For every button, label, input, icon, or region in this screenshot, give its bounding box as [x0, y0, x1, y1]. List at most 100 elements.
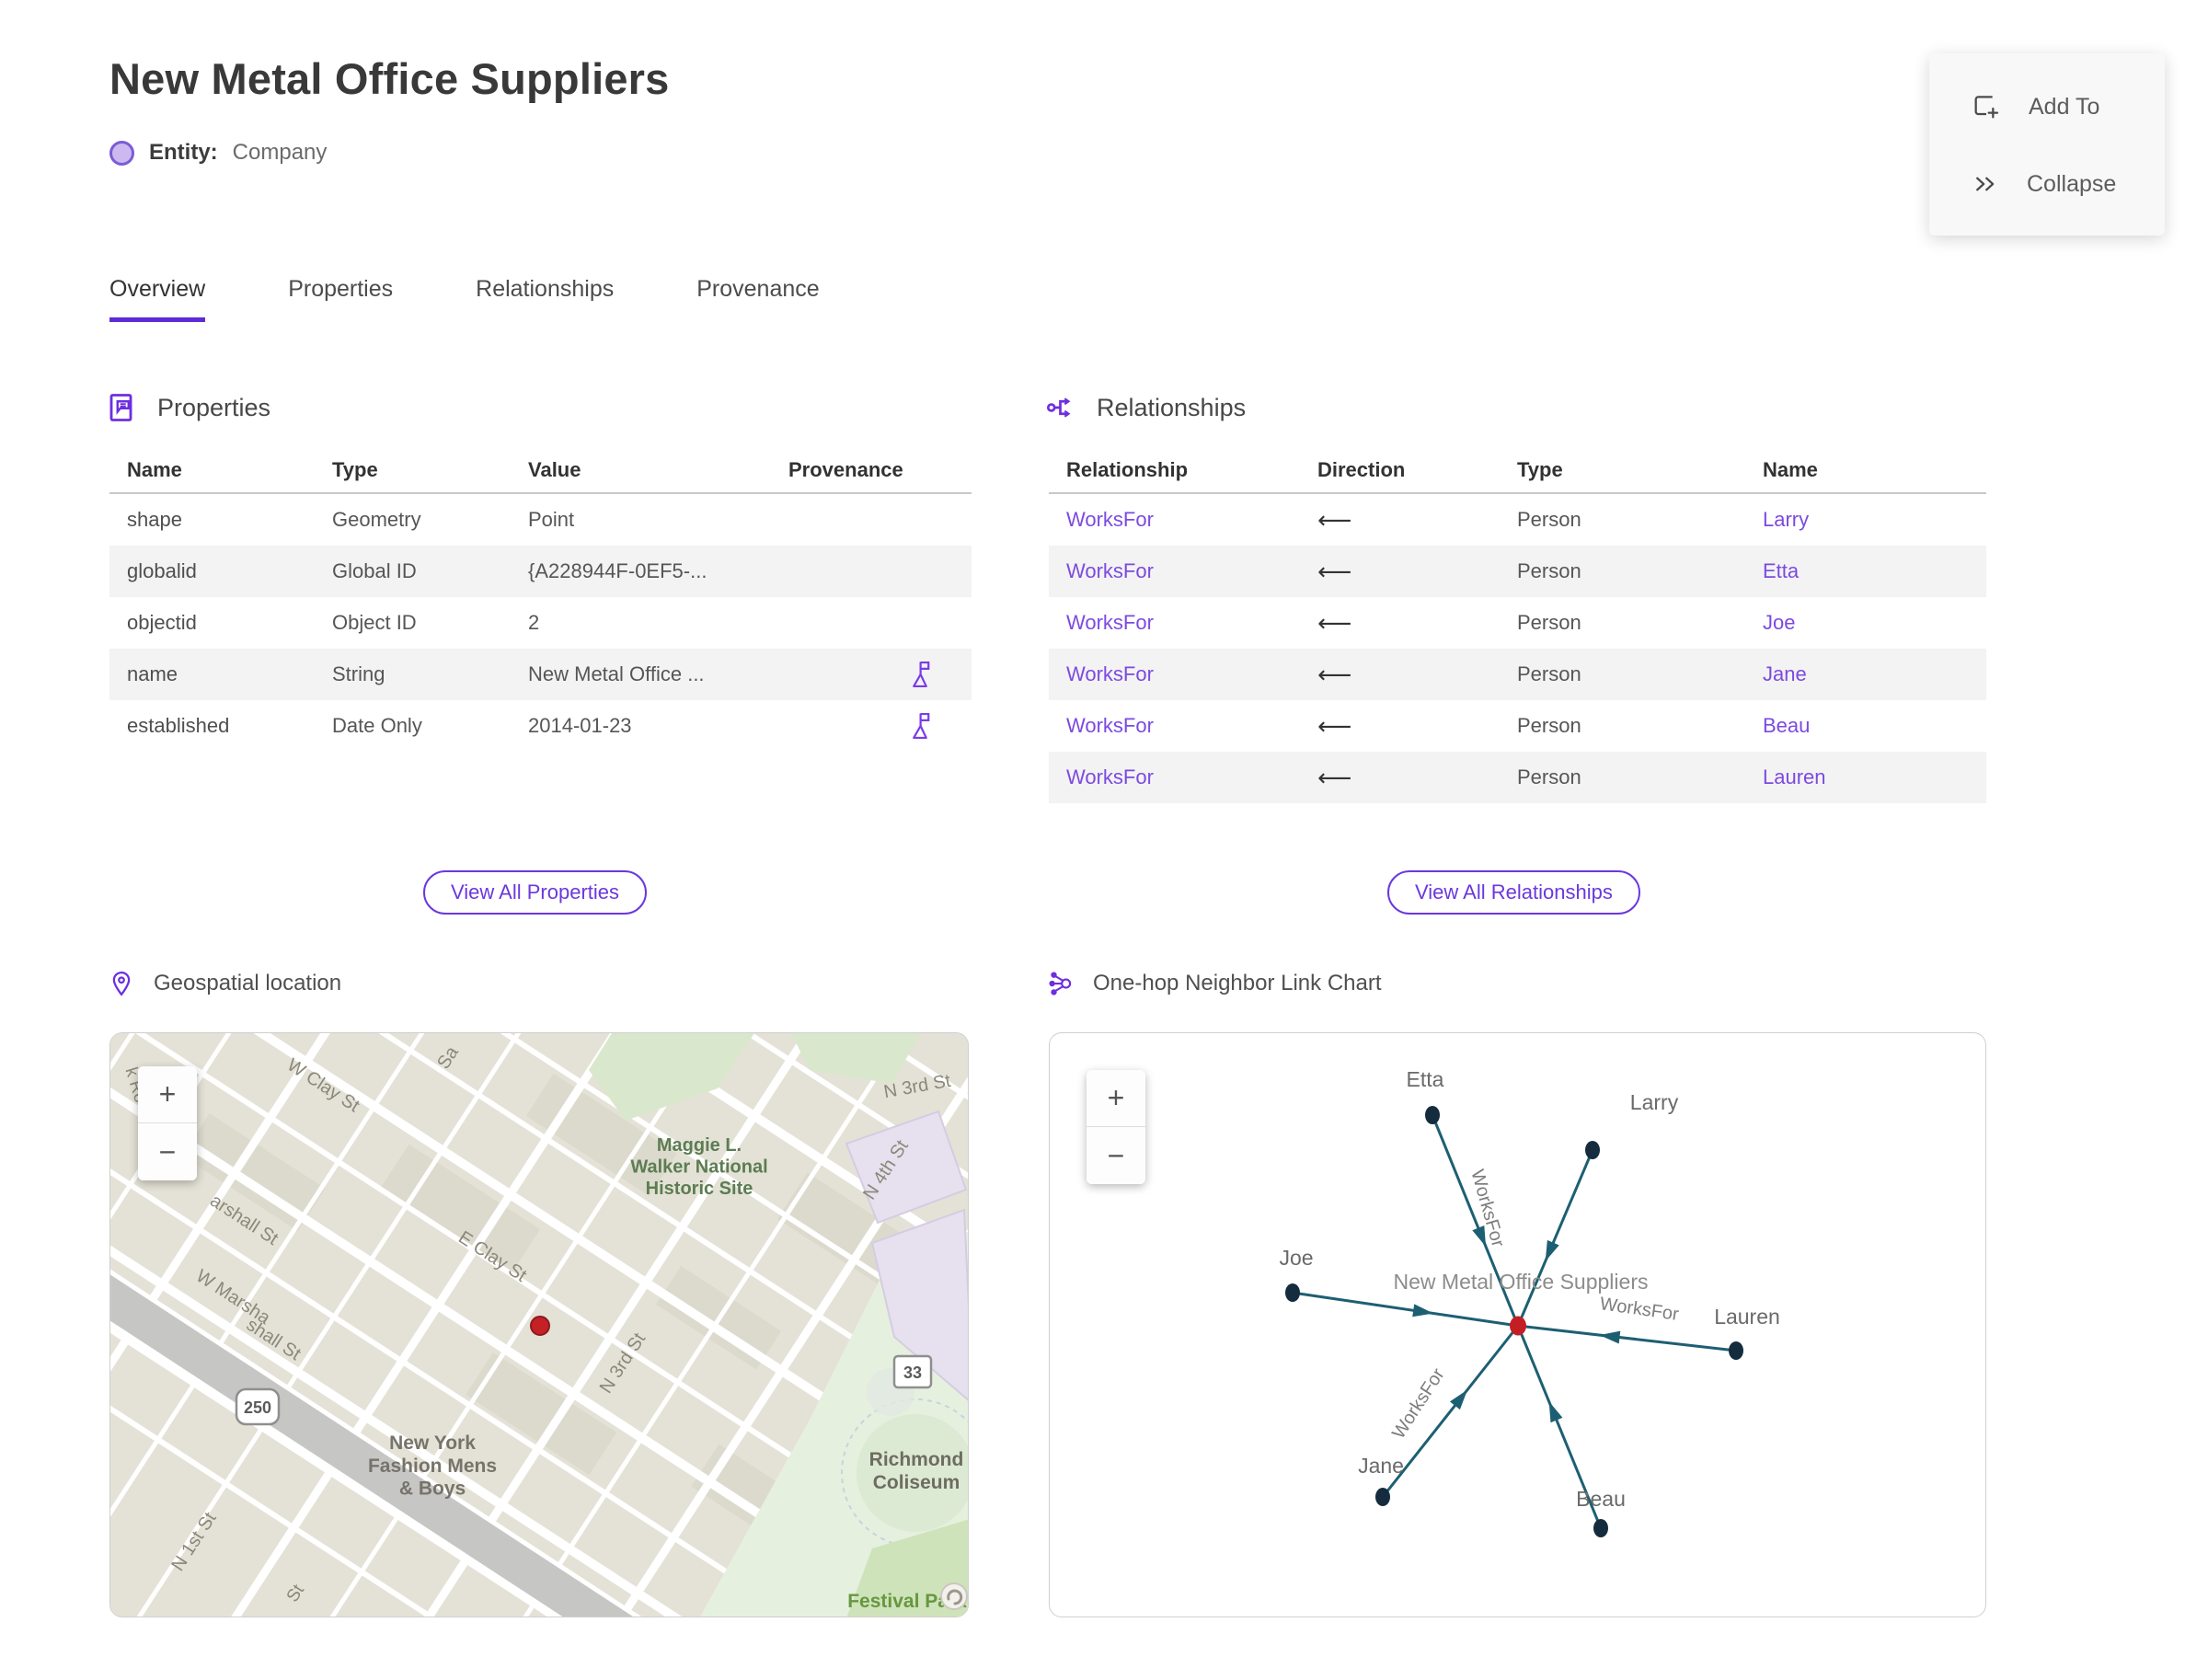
svg-text:33: 33	[903, 1364, 922, 1382]
view-all-relationships-button[interactable]: View All Relationships	[1387, 870, 1640, 915]
relationship-link[interactable]: WorksFor	[1049, 765, 1300, 789]
graph-edge[interactable]	[1517, 1324, 1737, 1352]
map-label: Richmond Coliseum	[869, 1449, 964, 1493]
edge-arrowhead	[1548, 1401, 1563, 1423]
entity-label: Entity:	[149, 140, 218, 165]
add-to-button[interactable]: Add To	[1929, 68, 2165, 145]
graph-node-etta[interactable]	[1425, 1106, 1440, 1124]
chart-zoom-in-button[interactable]: +	[1087, 1070, 1145, 1127]
relationships-section-title: Relationships	[1097, 393, 1247, 421]
add-to-icon	[1974, 96, 1999, 119]
property-value: 2	[528, 611, 540, 634]
collapse-button[interactable]: Collapse	[1929, 145, 2165, 223]
property-type: Global ID	[332, 559, 417, 582]
chart-zoom-control: + −	[1087, 1070, 1145, 1184]
edge-arrowhead	[1545, 1239, 1559, 1261]
collapse-label: Collapse	[2027, 170, 2117, 197]
tab-relationships[interactable]: Relationships	[476, 276, 614, 322]
property-row: shape Geometry Point	[109, 494, 972, 546]
actions-popover: Add To Collapse	[1929, 53, 2165, 236]
properties-section-header: Properties	[106, 391, 270, 424]
property-value: Point	[528, 508, 575, 531]
property-type: Date Only	[332, 714, 422, 737]
add-to-label: Add To	[2029, 93, 2100, 120]
tab-bar: Overview Properties Relationships Proven…	[109, 276, 820, 322]
entity-link[interactable]: Jane	[1745, 662, 1986, 686]
geospatial-section-header: Geospatial location	[108, 970, 341, 997]
property-row: name String New Metal Office ...	[109, 649, 972, 700]
col-type: Type	[1517, 458, 1563, 481]
node-label: Lauren	[1714, 1305, 1780, 1329]
properties-table-body: shape Geometry Point globalid Global ID {A228…	[109, 494, 972, 752]
entity-link[interactable]: Lauren	[1745, 765, 1986, 789]
relationship-row: WorksFor ⟵ Person Etta	[1049, 546, 1986, 597]
relationship-type: Person	[1517, 765, 1581, 788]
chart-zoom-out-button[interactable]: −	[1087, 1127, 1145, 1184]
edge-label: WorksFor	[1599, 1294, 1681, 1325]
graph-edge[interactable]	[1516, 1149, 1594, 1327]
map-panel[interactable]: k Ro W Clay St Sa N 3rd St N 4th St Maggie L.…	[109, 1032, 969, 1617]
relationships-table: Relationship Direction Type Name WorksFo…	[1049, 448, 1986, 803]
graph-node-larry[interactable]	[1585, 1141, 1600, 1159]
graph-node-lauren[interactable]	[1729, 1341, 1743, 1360]
provenance-flag-icon[interactable]	[906, 660, 934, 689]
attribution-toggle-icon[interactable]	[940, 1582, 968, 1610]
node-label: Etta	[1407, 1067, 1444, 1091]
relationship-row: WorksFor ⟵ Person Larry	[1049, 494, 1986, 546]
graph-node-joe[interactable]	[1285, 1283, 1300, 1302]
relationship-link[interactable]: WorksFor	[1049, 508, 1300, 532]
map-zoom-out-button[interactable]: −	[138, 1123, 197, 1180]
graph-node-center[interactable]	[1510, 1316, 1526, 1336]
property-provenance	[771, 660, 972, 689]
entity-link[interactable]: Etta	[1745, 559, 1986, 583]
graph-edge[interactable]	[1431, 1114, 1520, 1327]
property-value: 2014-01-23	[528, 714, 632, 737]
direction-arrow: ⟵	[1317, 505, 1352, 534]
linkchart-section-header: One-hop Neighbor Link Chart	[1047, 970, 1382, 997]
link-chart-panel[interactable]: WorksFor WorksFor WorksFor New Metal Office…	[1049, 1032, 1986, 1617]
relationship-link[interactable]: WorksFor	[1049, 714, 1300, 738]
property-row: established Date Only 2014-01-23	[109, 700, 972, 752]
map-zoom-control: + −	[138, 1066, 197, 1180]
link-chart-canvas[interactable]: WorksForWorksForWorksForNew Metal Office…	[1050, 1033, 1986, 1617]
relationship-link[interactable]: WorksFor	[1049, 662, 1300, 686]
entity-link[interactable]: Joe	[1745, 611, 1986, 635]
center-node-label: New Metal Office Suppliers	[1394, 1270, 1649, 1294]
provenance-flag-icon[interactable]	[906, 711, 934, 741]
properties-table-header: Name Type Value Provenance	[109, 448, 972, 494]
map-pin-icon	[112, 971, 131, 996]
chevrons-right-icon	[1976, 177, 1995, 191]
entity-link[interactable]: Larry	[1745, 508, 1986, 532]
tab-properties[interactable]: Properties	[288, 276, 393, 322]
node-label: Jane	[1358, 1454, 1404, 1478]
col-value: Value	[528, 458, 581, 481]
link-chart-icon	[1049, 972, 1072, 995]
view-all-properties-button[interactable]: View All Properties	[423, 870, 648, 915]
node-label: Joe	[1279, 1246, 1313, 1270]
properties-table: Name Type Value Provenance shape Geometry…	[109, 448, 972, 752]
relationship-row: WorksFor ⟵ Person Lauren	[1049, 752, 1986, 803]
tab-provenance[interactable]: Provenance	[696, 276, 819, 322]
property-provenance	[771, 711, 972, 741]
map-location-marker[interactable]	[530, 1316, 550, 1336]
entity-subtitle: Entity: Company	[109, 140, 327, 166]
map-zoom-in-button[interactable]: +	[138, 1066, 197, 1123]
page-title: New Metal Office Suppliers	[109, 54, 670, 103]
property-row: globalid Global ID {A228944F-0EF5-...	[109, 546, 972, 597]
edge-arrowhead	[1599, 1330, 1621, 1344]
entity-link[interactable]: Beau	[1745, 714, 1986, 738]
node-label: Larry	[1630, 1090, 1679, 1114]
graph-edge[interactable]	[1292, 1291, 1519, 1328]
relationship-link[interactable]: WorksFor	[1049, 611, 1300, 635]
svg-text:250: 250	[244, 1398, 271, 1417]
tab-overview[interactable]: Overview	[109, 276, 206, 322]
node-label: Beau	[1576, 1487, 1626, 1511]
col-relationship: Relationship	[1066, 458, 1189, 481]
entity-details-page: New Metal Office Suppliers Entity: Compa…	[0, 0, 2208, 1680]
col-type: Type	[332, 458, 378, 481]
graph-node-jane[interactable]	[1375, 1488, 1390, 1506]
relationship-link[interactable]: WorksFor	[1049, 559, 1300, 583]
map-canvas[interactable]: k Ro W Clay St SaN 3rd StN 4th StMaggie L.…	[110, 1033, 969, 1617]
property-name: shape	[127, 508, 182, 531]
graph-node-beau[interactable]	[1593, 1519, 1608, 1537]
